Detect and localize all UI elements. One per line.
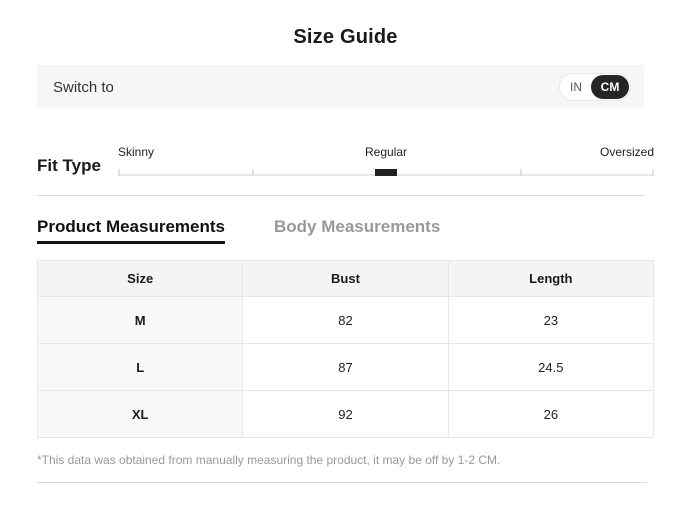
- size-cell: M: [38, 297, 243, 344]
- fit-option-oversized[interactable]: Oversized: [475, 145, 654, 159]
- table-header-row: Size Bust Length: [38, 261, 654, 297]
- page-title: Size Guide: [37, 0, 654, 50]
- fit-track-tick: [652, 169, 654, 176]
- unit-option-cm[interactable]: CM: [591, 75, 629, 99]
- size-table: Size Bust Length M 82 23 L 87 24.5 XL 92…: [37, 260, 654, 438]
- tab-body-measurements[interactable]: Body Measurements: [274, 217, 440, 244]
- unit-switch-label: Switch to: [53, 79, 114, 96]
- fit-track-tick: [252, 169, 254, 176]
- fit-type-track[interactable]: [118, 169, 654, 176]
- fit-type-options: Skinny Regular Oversized: [118, 145, 654, 159]
- fit-type-label: Fit Type: [37, 156, 118, 176]
- fit-track-tick: [520, 169, 522, 176]
- size-guide-panel: Size Guide Switch to IN CM Fit Type Skin…: [0, 0, 681, 515]
- measurement-disclaimer: *This data was obtained from manually me…: [37, 453, 654, 467]
- length-cell: 23: [448, 297, 653, 344]
- bottom-divider: [37, 482, 647, 483]
- column-header-length: Length: [448, 261, 653, 297]
- size-cell: L: [38, 344, 243, 391]
- fit-option-skinny[interactable]: Skinny: [118, 145, 297, 159]
- section-divider: [37, 195, 644, 196]
- fit-type-section: Fit Type Skinny Regular Oversized: [37, 145, 654, 176]
- table-row: M 82 23: [38, 297, 654, 344]
- column-header-bust: Bust: [243, 261, 448, 297]
- unit-switch-bar: Switch to IN CM: [37, 65, 644, 109]
- tab-product-measurements[interactable]: Product Measurements: [37, 217, 225, 244]
- bust-cell: 87: [243, 344, 448, 391]
- fit-type-indicator[interactable]: [375, 169, 397, 176]
- length-cell: 24.5: [448, 344, 653, 391]
- unit-toggle[interactable]: IN CM: [559, 73, 631, 101]
- size-cell: XL: [38, 391, 243, 438]
- fit-track-tick: [118, 169, 120, 176]
- measurement-tabs: Product Measurements Body Measurements: [37, 217, 654, 244]
- bust-cell: 92: [243, 391, 448, 438]
- unit-option-in[interactable]: IN: [561, 75, 591, 99]
- column-header-size: Size: [38, 261, 243, 297]
- fit-type-slider: Skinny Regular Oversized: [118, 145, 654, 176]
- table-row: L 87 24.5: [38, 344, 654, 391]
- fit-option-regular[interactable]: Regular: [297, 145, 476, 159]
- bust-cell: 82: [243, 297, 448, 344]
- length-cell: 26: [448, 391, 653, 438]
- table-row: XL 92 26: [38, 391, 654, 438]
